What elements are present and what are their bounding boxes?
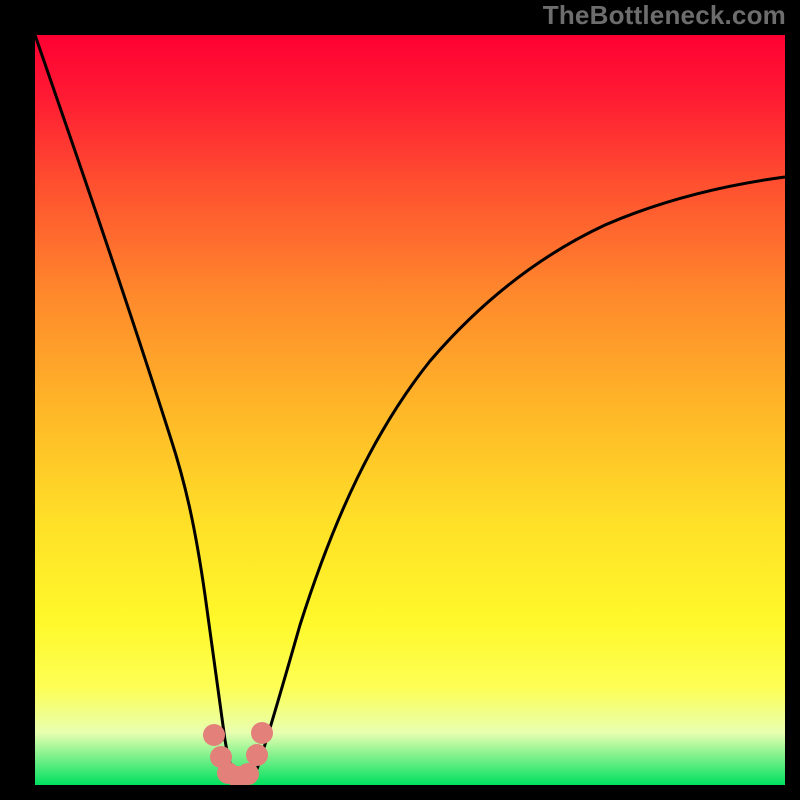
watermark-text: TheBottleneck.com — [543, 0, 786, 31]
highlight-dots — [203, 722, 273, 785]
curve-layer — [35, 35, 785, 785]
plot-area — [35, 35, 785, 785]
chart-frame: TheBottleneck.com — [0, 0, 800, 800]
bottleneck-curve — [35, 35, 785, 782]
